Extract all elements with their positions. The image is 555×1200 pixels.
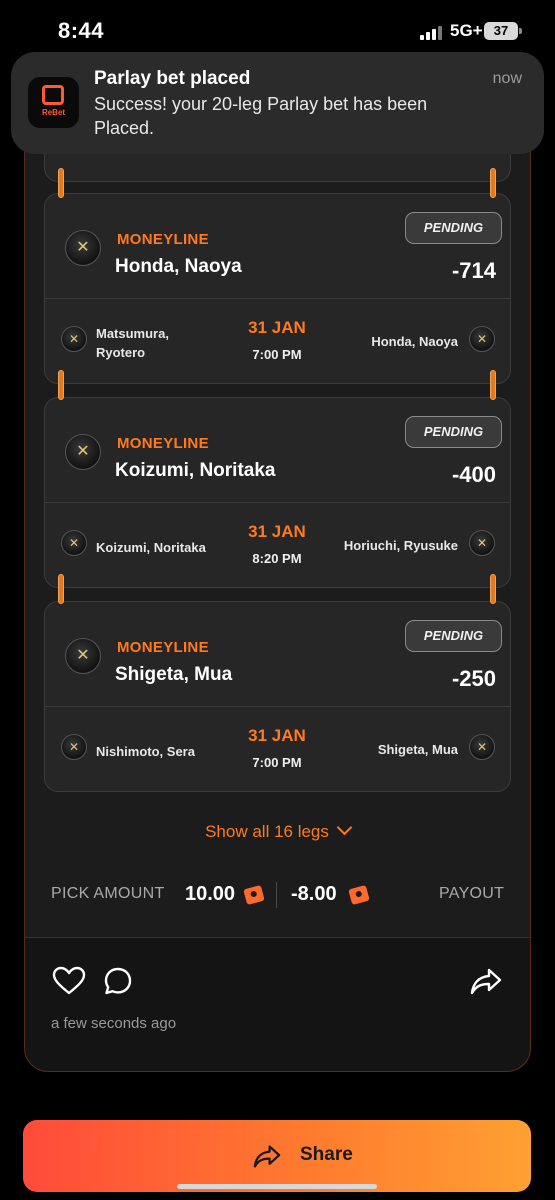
tennis-racket-icon: ✕ — [469, 734, 495, 760]
tennis-racket-icon: ✕ — [65, 230, 101, 266]
leg-connector — [58, 168, 64, 198]
pick-amount-label: PICK AMOUNT — [51, 885, 165, 902]
pick-name: Shigeta, Mua — [115, 664, 233, 685]
tennis-racket-icon: ✕ — [65, 434, 101, 470]
match-date: 31 JAN — [248, 318, 306, 337]
share-icon — [253, 1145, 281, 1168]
heart-icon[interactable] — [52, 966, 86, 996]
share-button[interactable]: Share — [23, 1120, 531, 1192]
leg-connector — [490, 574, 496, 604]
social-actions-bar — [25, 937, 530, 1071]
tennis-racket-icon: ✕ — [65, 638, 101, 674]
divider — [45, 502, 510, 503]
notification-body: Success! your 20-leg Parlay bet has been… — [94, 94, 428, 138]
status-badge: PENDING — [405, 620, 502, 652]
chevron-down-icon — [336, 819, 353, 836]
tennis-racket-icon: ✕ — [61, 530, 87, 556]
show-all-label: Show all 16 legs — [205, 822, 329, 841]
leg-connector — [58, 574, 64, 604]
pick-amount-value: 10.00 — [185, 883, 236, 905]
clock: 8:44 — [58, 18, 105, 43]
show-all-legs-button[interactable]: Show all 16 legs — [0, 819, 555, 842]
app-logo-icon: ReBet — [28, 77, 79, 128]
signal-icon — [420, 25, 446, 40]
match-date: 31 JAN — [248, 726, 306, 745]
divider — [45, 298, 510, 299]
tennis-racket-icon: ✕ — [469, 530, 495, 556]
divider — [276, 882, 277, 908]
payout-value: -8.00 — [291, 883, 337, 905]
tennis-racket-icon: ✕ — [61, 734, 87, 760]
player-left: Nishimoto, Sera — [96, 744, 195, 759]
comment-icon[interactable] — [103, 966, 133, 996]
network-type: 5G+ — [450, 21, 483, 40]
market-label: MONEYLINE — [117, 639, 209, 656]
player-right: Horiuchi, Ryusuke — [343, 538, 458, 553]
match-time: 7:00 PM — [252, 347, 302, 362]
leg-connector — [490, 370, 496, 400]
market-label: MONEYLINE — [117, 231, 209, 248]
match-time: 7:00 PM — [252, 755, 302, 770]
payout-label: PAYOUT — [439, 885, 505, 902]
battery-icon: 37 — [484, 22, 522, 40]
notification-time: now — [492, 70, 522, 87]
leg-card[interactable]: ✕ MONEYLINE Honda, Naoya -714 PENDING ✕ … — [44, 193, 511, 384]
pick-name: Honda, Naoya — [115, 256, 242, 277]
odds-value: -400 — [451, 462, 496, 487]
status-badge: PENDING — [405, 212, 502, 244]
leg-connector — [490, 168, 496, 198]
share-button-label: Share — [300, 1144, 353, 1165]
player-left: Koizumi, Noritaka — [96, 540, 206, 555]
match-date: 31 JAN — [248, 522, 306, 541]
tennis-racket-icon: ✕ — [469, 326, 495, 352]
odds-value: -714 — [451, 258, 496, 283]
odds-value: -250 — [451, 666, 496, 691]
post-timestamp: a few seconds ago — [51, 1015, 177, 1032]
share-arrow-icon[interactable] — [469, 966, 503, 996]
player-right: Shigeta, Mua — [377, 742, 458, 757]
leg-connector — [58, 370, 64, 400]
player-left: Matsumura, Ryotero — [96, 326, 169, 360]
home-indicator[interactable] — [177, 1184, 377, 1189]
leg-card[interactable]: ✕ MONEYLINE Shigeta, Mua -250 PENDING ✕ … — [44, 601, 511, 792]
leg-card[interactable]: ✕ MONEYLINE Koizumi, Noritaka -400 PENDI… — [44, 397, 511, 588]
market-label: MONEYLINE — [117, 435, 209, 452]
notification-title: Parlay bet placed — [94, 68, 251, 89]
tennis-racket-icon: ✕ — [61, 326, 87, 352]
status-bar: 8:44 5G+ 37 — [0, 0, 555, 60]
player-right: Honda, Naoya — [371, 334, 458, 349]
divider — [45, 706, 510, 707]
notification-banner[interactable]: ReBet Parlay bet placed now Success! you… — [11, 52, 544, 154]
match-time: 8:20 PM — [252, 551, 302, 566]
status-badge: PENDING — [405, 416, 502, 448]
pick-name: Koizumi, Noritaka — [115, 460, 276, 481]
